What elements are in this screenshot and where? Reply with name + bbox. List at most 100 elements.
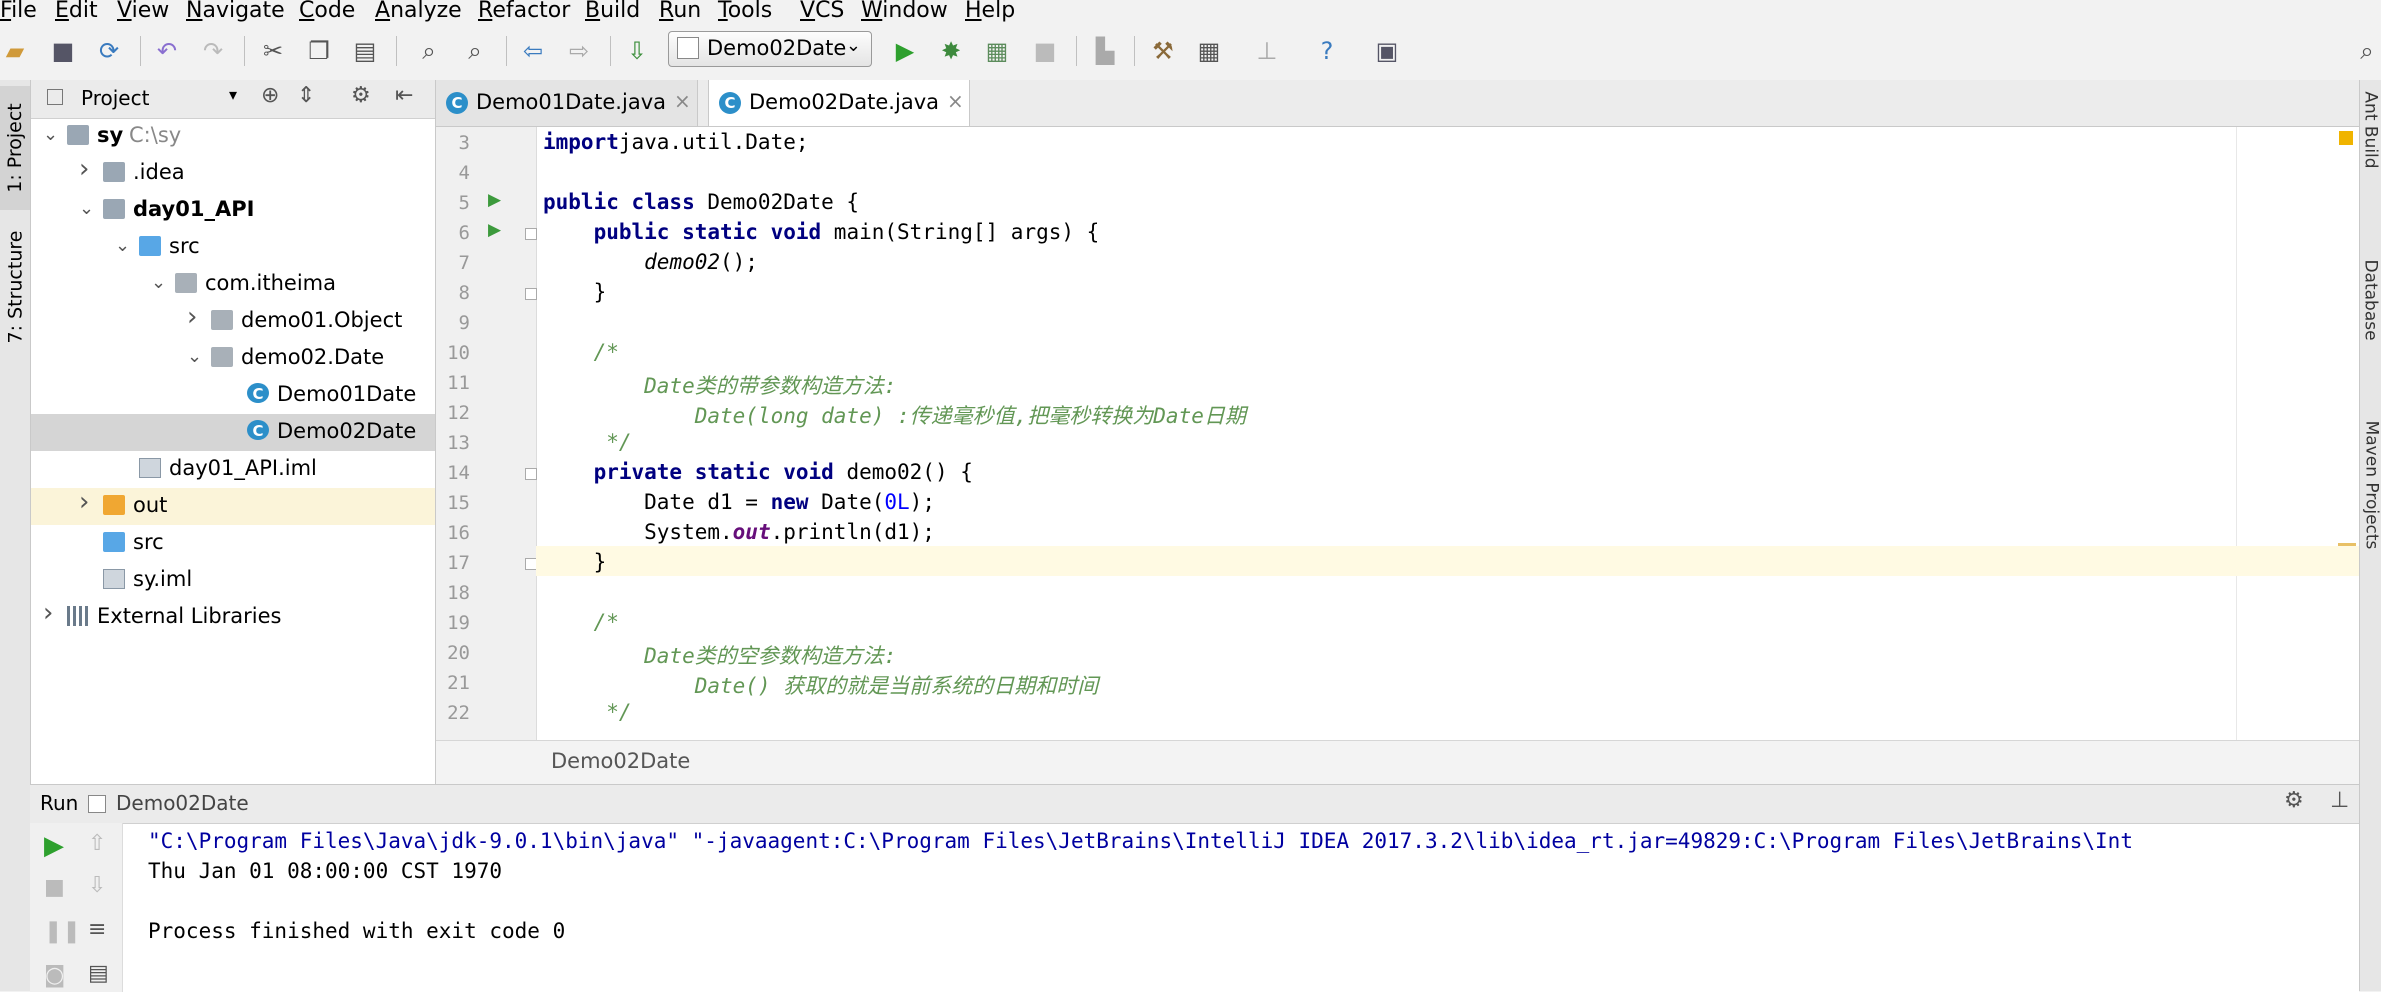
gear-icon[interactable]: ⚙ bbox=[2284, 788, 2304, 813]
tree-node[interactable]: ⌄ src bbox=[31, 229, 435, 266]
menu-item-vcs[interactable]: VCS bbox=[800, 0, 844, 23]
tree-node[interactable]: › out bbox=[31, 487, 435, 525]
tree-node[interactable]: › demo01.Object bbox=[31, 302, 435, 340]
help-icon[interactable]: ? bbox=[1312, 36, 1342, 66]
debug-icon[interactable]: ✸ bbox=[936, 36, 966, 66]
java-class-icon: C bbox=[247, 383, 269, 403]
settings-icon[interactable]: ⚒ bbox=[1148, 36, 1178, 66]
chevron-down-icon[interactable]: ⌄ bbox=[151, 272, 166, 293]
menu-item-file[interactable]: File bbox=[0, 0, 37, 23]
back-icon[interactable]: ⇦ bbox=[518, 36, 548, 66]
code-line: demo02(); bbox=[543, 250, 758, 274]
editor-tab-label: Demo01Date.java bbox=[476, 90, 666, 114]
hide-panel-icon[interactable]: ⊥ bbox=[2330, 788, 2349, 813]
collapse-all-icon[interactable]: ⇕ bbox=[297, 83, 315, 108]
sdk-icon[interactable]: ⊥ bbox=[1252, 36, 1282, 66]
menu-item-refactor[interactable]: Refactor bbox=[478, 0, 570, 23]
chevron-down-icon[interactable]: ⌄ bbox=[79, 198, 94, 219]
code-area[interactable]: importjava.util.Date; public class Demo02… bbox=[436, 127, 2359, 740]
jira-icon[interactable]: ▣ bbox=[1372, 36, 1402, 66]
forward-icon[interactable]: ⇨ bbox=[564, 36, 594, 66]
find-icon[interactable]: ⌕ bbox=[414, 36, 444, 66]
inspection-status-icon[interactable] bbox=[2339, 131, 2353, 145]
tree-node[interactable]: C Demo02Date bbox=[31, 414, 435, 451]
tree-node[interactable]: ⌄ com.itheima bbox=[31, 266, 435, 303]
menu-item-help[interactable]: Help bbox=[965, 0, 1015, 23]
cut-icon[interactable]: ✂ bbox=[258, 36, 288, 66]
redo-icon[interactable]: ↷ bbox=[198, 36, 228, 66]
undo-icon[interactable]: ↶ bbox=[152, 36, 182, 66]
breadcrumb-item[interactable]: Demo02Date bbox=[551, 749, 690, 773]
menu-item-build[interactable]: Build bbox=[585, 0, 640, 23]
run-icon[interactable]: ▶ bbox=[890, 36, 920, 66]
console-line: "C:\Program Files\Java\jdk-9.0.1\bin\jav… bbox=[148, 829, 2133, 853]
search-everywhere-icon[interactable]: ⌕ bbox=[2354, 36, 2380, 66]
tree-node[interactable]: src bbox=[31, 525, 435, 562]
project-structure-icon[interactable]: ▦ bbox=[1194, 36, 1224, 66]
code-token: Date类的带参数构造方法: bbox=[543, 374, 897, 398]
tree-node[interactable]: ⌄ sy C:\sy bbox=[31, 118, 435, 155]
run-configuration-select[interactable]: Demo02Date ⌄ bbox=[668, 31, 872, 67]
tree-node[interactable]: day01_API.iml bbox=[31, 451, 435, 488]
tree-node[interactable]: ⌄ demo02.Date bbox=[31, 340, 435, 377]
sync-icon[interactable]: ⟳ bbox=[94, 36, 124, 66]
chevron-down-icon[interactable]: ▾ bbox=[229, 85, 237, 104]
chevron-right-icon[interactable]: › bbox=[43, 598, 53, 628]
code-editor[interactable]: 3 4 5 ▶ 6 ▶ 7 8 9 10 11 12 13 14 15 16 17 18 19 20 21 22 impo… bbox=[436, 127, 2359, 740]
menu-item-navigate[interactable]: Navigate bbox=[186, 0, 285, 23]
menu-item-code[interactable]: Code bbox=[299, 0, 355, 23]
tree-node[interactable]: sy.iml bbox=[31, 562, 435, 599]
tree-node[interactable]: › External Libraries bbox=[31, 598, 435, 636]
scroll-from-source-icon[interactable]: ⊕ bbox=[261, 83, 279, 108]
hide-panel-icon[interactable]: ⇤ bbox=[395, 83, 413, 108]
menu-item-edit[interactable]: Edit bbox=[55, 0, 98, 23]
chevron-right-icon[interactable]: › bbox=[187, 302, 197, 332]
package-icon bbox=[211, 310, 233, 330]
tool-tab-project[interactable]: 1: Project bbox=[0, 86, 30, 210]
replace-icon[interactable]: ⌕ bbox=[460, 36, 490, 66]
chevron-right-icon[interactable]: › bbox=[79, 154, 89, 184]
editor-tab-bar: C Demo01Date.java × C Demo02Date.java × bbox=[436, 80, 2359, 127]
chevron-down-icon[interactable]: ⌄ bbox=[115, 235, 130, 256]
stop-icon[interactable]: ■ bbox=[1030, 36, 1060, 66]
code-token: System. bbox=[543, 520, 733, 544]
tree-node[interactable]: C Demo01Date bbox=[31, 377, 435, 414]
gear-icon[interactable]: ⚙ bbox=[351, 83, 371, 108]
menu-item-run[interactable]: Run bbox=[659, 0, 701, 23]
editor-tab-label: Demo02Date.java bbox=[749, 90, 939, 114]
code-line: Date类的空参数构造方法: bbox=[543, 640, 896, 670]
code-line: /* bbox=[543, 340, 619, 364]
editor-tab-demo01date[interactable]: C Demo01Date.java × bbox=[436, 80, 698, 126]
menu-item-analyze[interactable]: Analyze bbox=[375, 0, 462, 23]
run-panel-header: Run Demo02Date ⚙ ⊥ bbox=[30, 785, 2359, 824]
tree-node[interactable]: ⌄ day01_API bbox=[31, 192, 435, 229]
close-icon[interactable]: × bbox=[674, 89, 691, 113]
chevron-down-icon[interactable]: ⌄ bbox=[43, 124, 58, 145]
chevron-right-icon[interactable]: › bbox=[79, 487, 89, 517]
menu-item-window[interactable]: Window bbox=[861, 0, 948, 23]
editor-tab-demo02date[interactable]: C Demo02Date.java × bbox=[708, 80, 970, 126]
build-icon[interactable]: ⇩ bbox=[622, 36, 652, 66]
code-token: Date(long date) :传递毫秒值,把毫秒转换为Date日期 bbox=[543, 404, 1246, 428]
tool-tab-database[interactable]: Database bbox=[2360, 240, 2381, 360]
code-token: */ bbox=[543, 700, 632, 724]
folder-orange-icon bbox=[103, 495, 125, 515]
open-folder-icon[interactable]: ▰ bbox=[0, 36, 30, 66]
tool-tab-maven-projects[interactable]: Maven Projects bbox=[2360, 400, 2381, 570]
tool-tab-structure[interactable]: 7: Structure bbox=[0, 231, 30, 344]
chevron-down-icon[interactable]: ⌄ bbox=[187, 346, 202, 367]
tree-node[interactable]: › .idea bbox=[31, 154, 435, 192]
project-view-icon bbox=[47, 89, 63, 105]
close-icon[interactable]: × bbox=[947, 89, 964, 113]
menu-item-view[interactable]: View bbox=[117, 0, 169, 23]
vcs-icon[interactable]: ▙ bbox=[1090, 36, 1120, 66]
paste-icon[interactable]: ▤ bbox=[350, 36, 380, 66]
copy-icon[interactable]: ❐ bbox=[304, 36, 334, 66]
run-config-name[interactable]: Demo02Date bbox=[116, 791, 249, 815]
console-output[interactable]: "C:\Program Files\Java\jdk-9.0.1\bin\jav… bbox=[30, 823, 2359, 992]
coverage-icon[interactable]: ▦ bbox=[982, 36, 1012, 66]
menu-item-tools[interactable]: Tools bbox=[718, 0, 772, 23]
save-icon[interactable]: ■ bbox=[48, 36, 78, 66]
tool-tab-ant-build[interactable]: Ant Build bbox=[2360, 80, 2381, 180]
tree-node-label: out bbox=[133, 493, 168, 517]
